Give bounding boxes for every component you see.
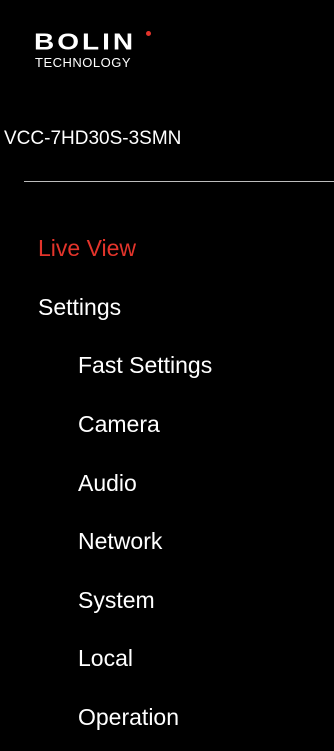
sidebar: BOLIN TECHNOLOGY VCC-7HD30S-3SMN Live Vi… <box>0 0 334 751</box>
nav-item-local[interactable]: Local <box>78 644 133 672</box>
logo-brand-text: BOLIN <box>34 29 137 55</box>
nav-item-audio[interactable]: Audio <box>78 469 137 497</box>
nav-item-live-view[interactable]: Live View <box>38 234 136 262</box>
nav-item-settings[interactable]: Settings <box>38 293 121 321</box>
nav-item-system[interactable]: System <box>78 586 155 614</box>
nav-item-camera[interactable]: Camera <box>78 410 160 438</box>
nav-item-operation[interactable]: Operation <box>78 703 179 731</box>
logo-tagline: TECHNOLOGY <box>35 55 132 70</box>
device-model-name: VCC-7HD30S-3SMN <box>4 128 182 149</box>
logo-accent-dot <box>146 31 151 36</box>
bolin-logo: BOLIN TECHNOLOGY <box>34 30 184 74</box>
nav-item-fast-settings[interactable]: Fast Settings <box>78 351 212 379</box>
sidebar-divider <box>24 181 334 182</box>
nav-item-network[interactable]: Network <box>78 527 162 555</box>
